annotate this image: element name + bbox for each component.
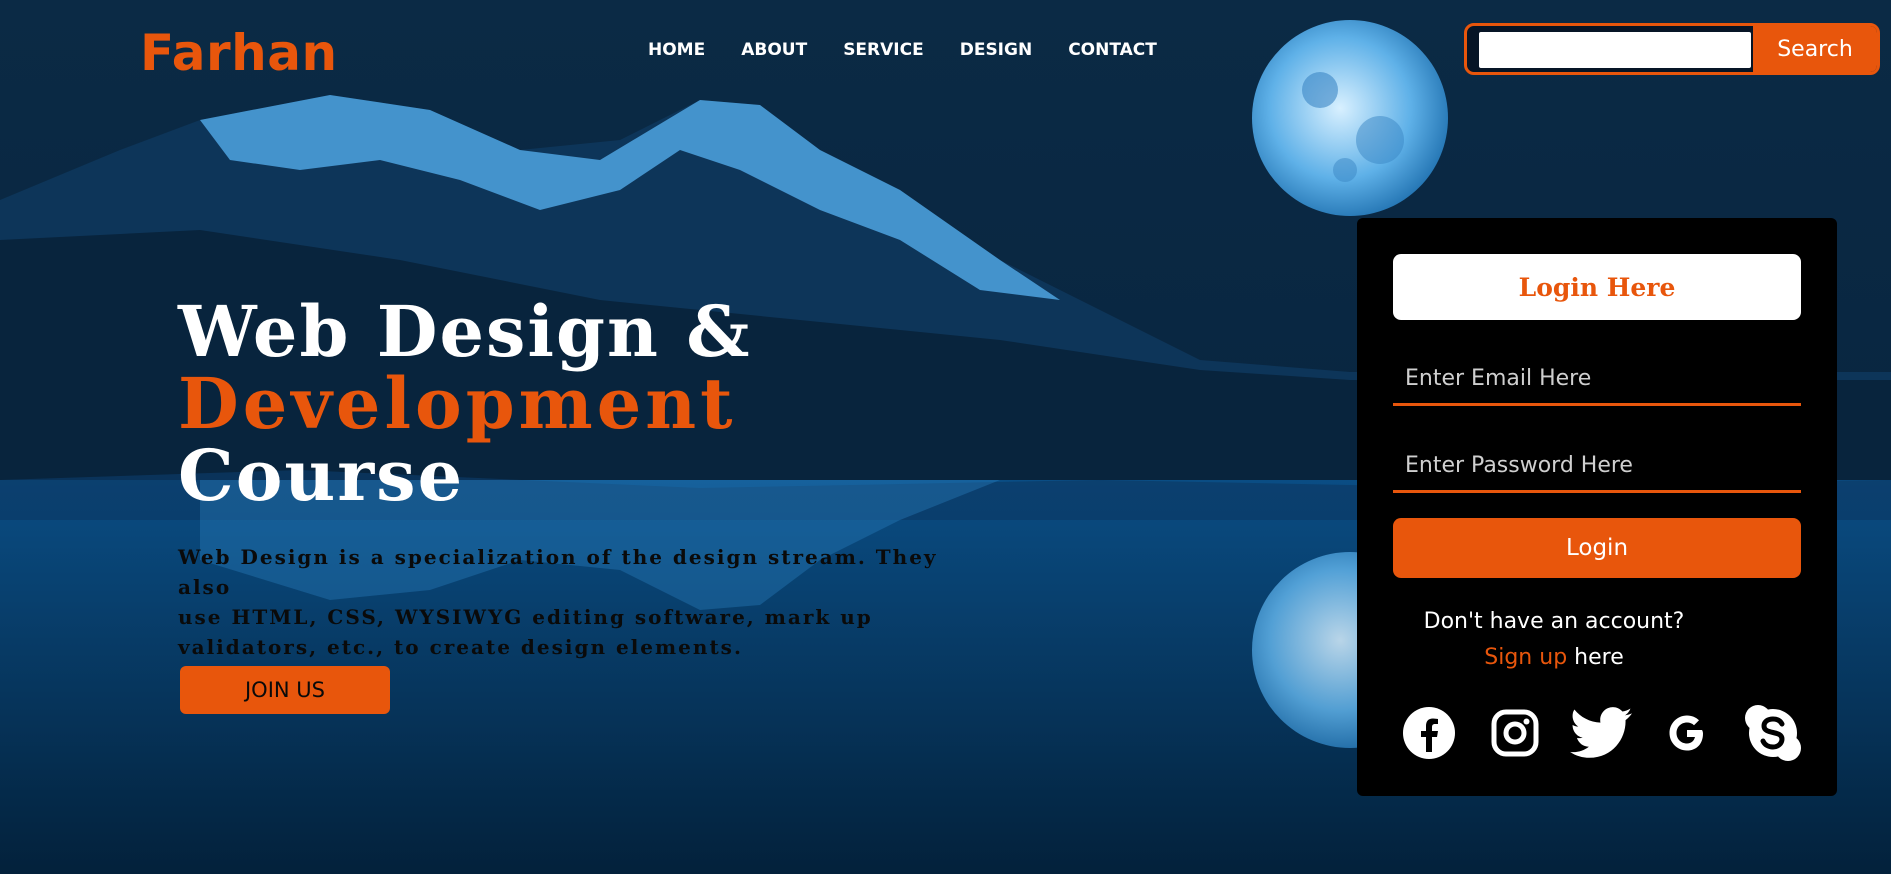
- hero-title-line3: Course: [178, 434, 465, 517]
- instagram-icon[interactable]: [1483, 702, 1547, 764]
- social-icons: [1397, 702, 1805, 764]
- search-button[interactable]: Search: [1753, 26, 1877, 72]
- facebook-icon[interactable]: [1397, 702, 1461, 764]
- nav-service[interactable]: SERVICE: [843, 40, 924, 60]
- signup-suffix: here: [1574, 645, 1624, 670]
- brand-logo[interactable]: Farhan: [140, 24, 338, 82]
- main-nav: HOME ABOUT SERVICE DESIGN CONTACT: [648, 40, 1157, 60]
- signup-line: Sign up here: [1357, 640, 1751, 676]
- google-icon[interactable]: [1655, 702, 1719, 764]
- nav-contact[interactable]: CONTACT: [1068, 40, 1157, 60]
- email-field[interactable]: [1393, 354, 1801, 406]
- login-button[interactable]: Login: [1393, 518, 1801, 578]
- hero-title-line2: Development: [178, 362, 737, 445]
- hero-description: Web Design is a specialization of the de…: [178, 542, 998, 662]
- nav-home[interactable]: HOME: [648, 40, 705, 60]
- hero-title-line1: Web Design &: [178, 290, 752, 373]
- join-us-button[interactable]: JOIN US: [180, 666, 390, 714]
- login-panel: Login Here Login Don't have an account? …: [1357, 218, 1837, 796]
- nav-about[interactable]: ABOUT: [741, 40, 807, 60]
- hero-description-line3: validators, etc., to create design eleme…: [178, 635, 743, 659]
- password-field[interactable]: [1393, 441, 1801, 493]
- moon: [1252, 20, 1448, 216]
- skype-icon[interactable]: [1741, 702, 1805, 764]
- search-bar: Search: [1464, 23, 1880, 75]
- twitter-icon[interactable]: [1569, 702, 1633, 764]
- signup-link[interactable]: Sign up: [1484, 645, 1567, 670]
- no-account-text: Don't have an account?: [1423, 609, 1685, 634]
- search-input[interactable]: [1479, 32, 1751, 68]
- hero-description-line2: use HTML, CSS, WYSIWYG editing software,…: [178, 605, 873, 629]
- login-title: Login Here: [1393, 254, 1801, 320]
- hero-description-line1: Web Design is a specialization of the de…: [178, 545, 938, 599]
- signup-prompt: Don't have an account? Sign up here: [1357, 604, 1751, 676]
- nav-design[interactable]: DESIGN: [960, 40, 1032, 60]
- hero-title: Web Design & Development Course: [178, 296, 751, 512]
